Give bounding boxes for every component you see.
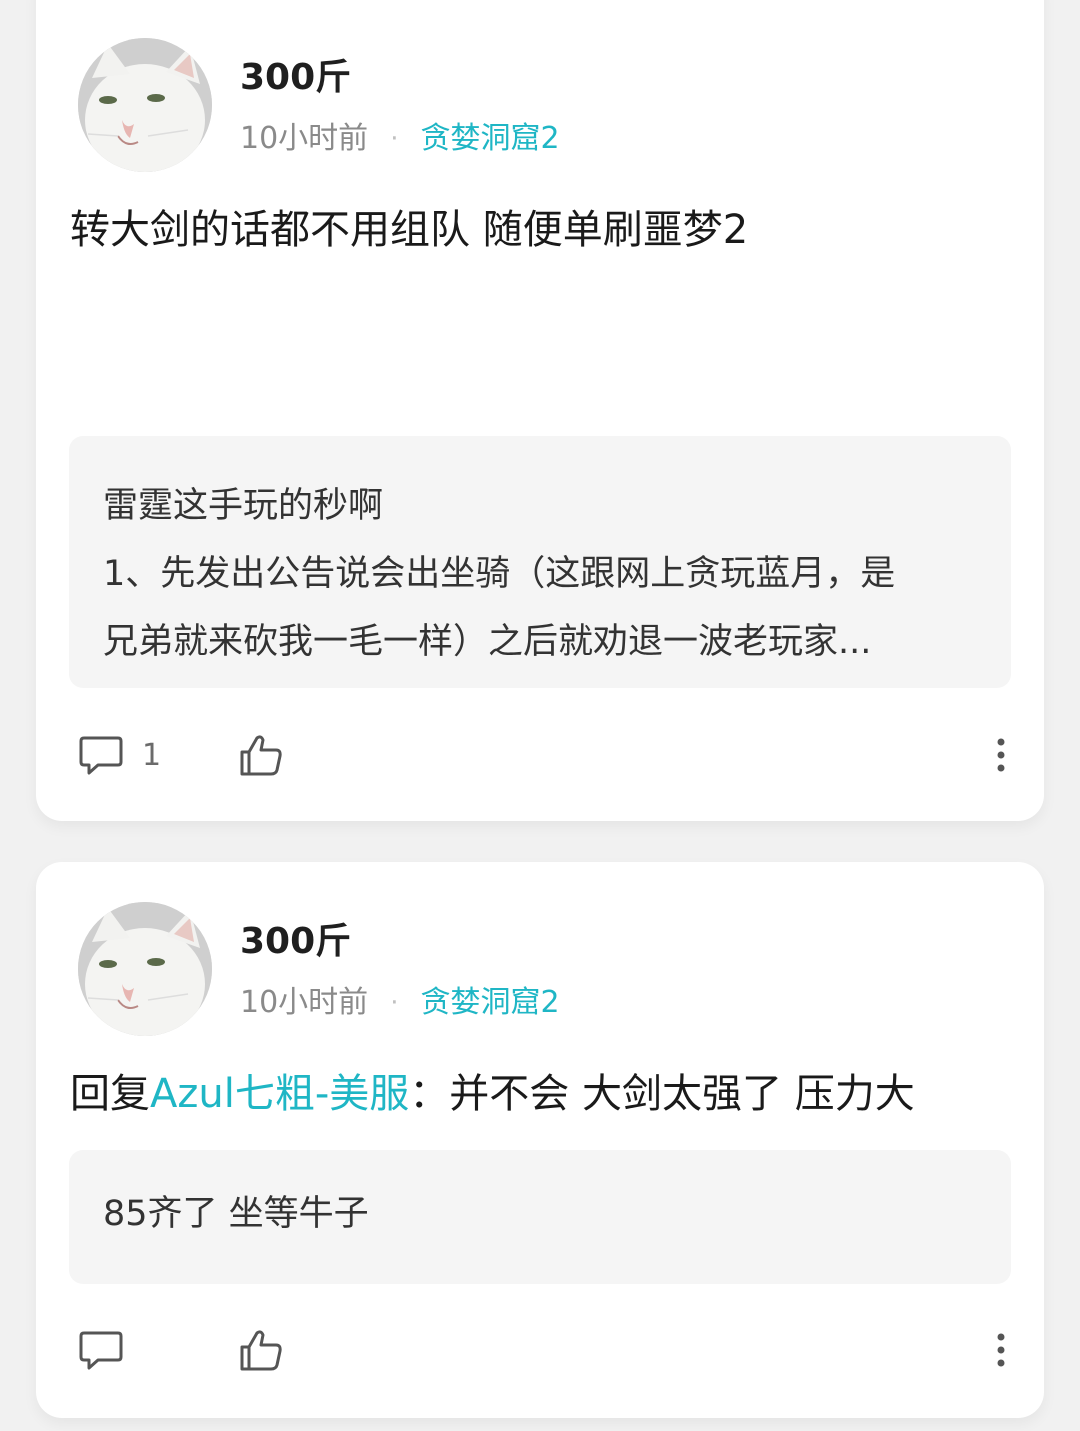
- reply-mention[interactable]: Azul七粗-美服: [150, 1071, 409, 1117]
- quoted-post[interactable]: 85齐了 坐等牛子: [69, 1150, 1011, 1284]
- quote-line: 兄弟就来砍我一毛一样）之后就劝退一波老玩家...: [103, 622, 872, 662]
- meta-separator: ·: [390, 988, 399, 1018]
- avatar[interactable]: [78, 38, 212, 172]
- thumbs-up-icon: [240, 735, 282, 776]
- meta-separator: ·: [390, 124, 399, 154]
- comment-count: 1: [142, 737, 162, 773]
- more-vertical-icon: [997, 1333, 1005, 1367]
- cat-avatar-icon: [78, 902, 212, 1036]
- thumbs-up-icon: [240, 1330, 282, 1371]
- action-bar: 1: [36, 725, 1044, 785]
- more-button[interactable]: [986, 725, 1016, 785]
- reply-text: ：并不会 大剑太强了 压力大: [409, 1071, 915, 1117]
- like-button[interactable]: [238, 725, 284, 785]
- reply-prefix: 回复: [70, 1071, 150, 1117]
- like-button[interactable]: [238, 1320, 284, 1380]
- more-vertical-icon: [997, 738, 1005, 772]
- comment-button[interactable]: [78, 1320, 124, 1380]
- forum-link[interactable]: 贪婪洞窟2: [420, 122, 559, 156]
- quote-line: 85齐了 坐等牛子: [103, 1194, 369, 1234]
- post-content: 回复Azul七粗-美服：并不会 大剑太强了 压力大: [70, 1070, 1014, 1118]
- username[interactable]: 300斤: [240, 58, 351, 98]
- post-card[interactable]: 300斤 10小时前 · 贪婪洞窟2 转大剑的话都不用组队 随便单刷噩梦2 雷霆…: [36, 0, 1044, 821]
- avatar[interactable]: [78, 902, 212, 1036]
- comment-button[interactable]: 1: [78, 725, 161, 785]
- quote-line: 雷霆这手玩的秒啊: [103, 486, 384, 526]
- post-content: 转大剑的话都不用组队 随便单刷噩梦2: [70, 207, 749, 253]
- comment-icon: [79, 1331, 123, 1370]
- action-bar: [36, 1320, 1044, 1380]
- quote-line: 1、先发出公告说会出坐骑（这跟网上贪玩蓝月，是: [103, 554, 896, 594]
- username[interactable]: 300斤: [240, 922, 351, 962]
- post-time: 10小时前: [240, 985, 369, 1020]
- quoted-post[interactable]: 雷霆这手玩的秒啊 1、先发出公告说会出坐骑（这跟网上贪玩蓝月，是 兄弟就来砍我一…: [69, 436, 1011, 688]
- post-meta: 10小时前 · 贪婪洞窟2: [240, 986, 560, 1020]
- comment-icon: [79, 736, 123, 775]
- post-time: 10小时前: [240, 121, 369, 156]
- cat-avatar-icon: [78, 38, 212, 172]
- forum-link[interactable]: 贪婪洞窟2: [420, 986, 559, 1020]
- post-meta: 10小时前 · 贪婪洞窟2: [240, 122, 560, 156]
- more-button[interactable]: [986, 1320, 1016, 1380]
- post-card[interactable]: 300斤 10小时前 · 贪婪洞窟2 回复Azul七粗-美服：并不会 大剑太强了…: [36, 862, 1044, 1418]
